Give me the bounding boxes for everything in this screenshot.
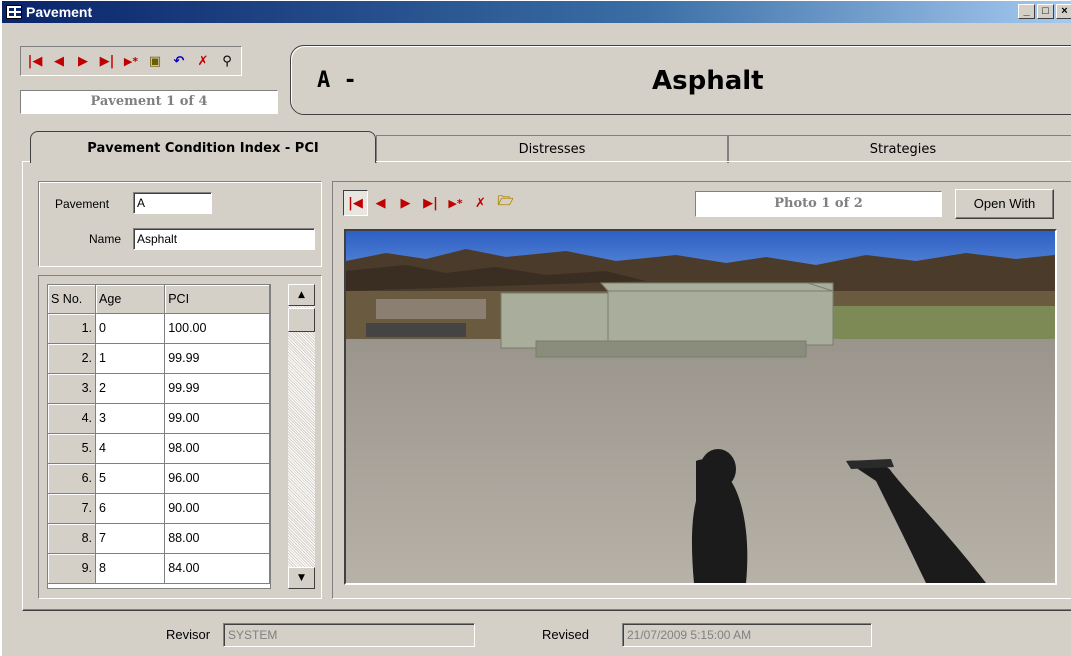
name-label: Name xyxy=(89,232,122,246)
table-row[interactable]: 2. 1 99.99 xyxy=(48,343,270,374)
tab-strip: Pavement Condition Index - PCI Distresse… xyxy=(22,131,1071,163)
pavement-code-heading: A - xyxy=(317,68,357,93)
age-cell[interactable]: 2 xyxy=(95,373,166,404)
pci-cell[interactable]: 99.99 xyxy=(164,343,270,374)
col-sno[interactable]: S No. xyxy=(48,285,97,314)
header-panel: A - Asphalt xyxy=(290,45,1071,115)
age-cell[interactable]: 4 xyxy=(95,433,166,464)
row-number-cell: 4. xyxy=(48,403,97,434)
form-icon xyxy=(6,5,22,19)
photo-navigation-toolbar: |◀ ◀ ▶ ▶| ▶* ✗ 🗁 xyxy=(343,190,518,218)
name-field[interactable]: Asphalt xyxy=(133,228,315,250)
age-cell[interactable]: 0 xyxy=(95,313,166,344)
tab-distresses[interactable]: Distresses xyxy=(376,135,728,163)
first-photo-icon[interactable]: |◀ xyxy=(343,190,368,216)
revisor-field: SYSTEM xyxy=(223,623,475,647)
close-button[interactable]: × xyxy=(1056,4,1071,19)
pavement-label: Pavement xyxy=(55,197,110,211)
table-row[interactable]: 3. 2 99.99 xyxy=(48,373,270,404)
new-photo-icon[interactable]: ▶* xyxy=(443,190,468,216)
record-navigation-toolbar: |◀ ◀ ▶ ▶| ▶* ▣ ↶ ✗ ⚲ xyxy=(20,46,242,76)
table-scrollbar[interactable]: ▲ ▼ xyxy=(288,284,315,589)
row-number-cell: 5. xyxy=(48,433,97,464)
table-row[interactable]: 1. 0 100.00 xyxy=(48,313,270,344)
row-number-cell: 1. xyxy=(48,313,97,344)
age-cell[interactable]: 3 xyxy=(95,403,166,434)
row-number-cell: 9. xyxy=(48,553,97,584)
tab-pci[interactable]: Pavement Condition Index - PCI xyxy=(30,131,376,163)
col-pci[interactable]: PCI xyxy=(164,285,270,314)
table-row[interactable]: 7. 6 90.00 xyxy=(48,493,270,524)
pavement-window: Pavement _ □ × |◀ ◀ ▶ ▶| ▶* ▣ ↶ ✗ ⚲ Pave… xyxy=(0,0,1071,656)
title-bar[interactable]: Pavement _ □ × xyxy=(2,1,1071,23)
pavement-photo xyxy=(344,229,1057,585)
scroll-up-icon[interactable]: ▲ xyxy=(288,284,315,306)
delete-photo-icon[interactable]: ✗ xyxy=(468,190,493,216)
pavement-field[interactable]: A xyxy=(133,192,212,214)
pci-table[interactable]: S No. Age PCI 1. 0 100.00 2. 1 99.99 3. 2 99.99 4… xyxy=(47,284,271,589)
new-record-icon[interactable]: ▶* xyxy=(119,49,143,73)
table-row[interactable]: 8. 7 88.00 xyxy=(48,523,270,554)
pci-cell[interactable]: 84.00 xyxy=(164,553,270,584)
revised-field: 21/07/2009 5:15:00 AM xyxy=(622,623,872,647)
maximize-button[interactable]: □ xyxy=(1037,4,1054,19)
pci-cell[interactable]: 98.00 xyxy=(164,433,270,464)
age-cell[interactable]: 8 xyxy=(95,553,166,584)
open-folder-icon[interactable]: 🗁 xyxy=(493,190,518,216)
row-number-cell: 3. xyxy=(48,373,97,404)
row-number-cell: 6. xyxy=(48,463,97,494)
minimize-button[interactable]: _ xyxy=(1018,4,1035,19)
pci-cell[interactable]: 99.00 xyxy=(164,403,270,434)
table-row[interactable]: 5. 4 98.00 xyxy=(48,433,270,464)
pci-cell[interactable]: 96.00 xyxy=(164,463,270,494)
table-header-row: S No. Age PCI xyxy=(48,285,270,314)
revised-label: Revised xyxy=(542,627,589,642)
last-photo-icon[interactable]: ▶| xyxy=(418,190,443,216)
find-binoculars-icon[interactable]: ⚲ xyxy=(215,49,239,73)
window-title: Pavement xyxy=(26,4,93,20)
pci-cell[interactable]: 99.99 xyxy=(164,373,270,404)
next-record-icon[interactable]: ▶ xyxy=(71,49,95,73)
age-cell[interactable]: 7 xyxy=(95,523,166,554)
undo-icon[interactable]: ↶ xyxy=(167,49,191,73)
pci-cell[interactable]: 88.00 xyxy=(164,523,270,554)
age-cell[interactable]: 1 xyxy=(95,343,166,374)
table-row[interactable]: 9. 8 84.00 xyxy=(48,553,270,584)
open-with-button[interactable]: Open With xyxy=(955,189,1054,219)
save-record-icon[interactable]: ▣ xyxy=(143,49,167,73)
previous-photo-icon[interactable]: ◀ xyxy=(368,190,393,216)
roof-photo-image xyxy=(346,231,1055,583)
last-record-icon[interactable]: ▶| xyxy=(95,49,119,73)
scroll-down-icon[interactable]: ▼ xyxy=(288,567,315,589)
scroll-thumb[interactable] xyxy=(288,308,315,332)
delete-record-icon[interactable]: ✗ xyxy=(191,49,215,73)
age-cell[interactable]: 6 xyxy=(95,493,166,524)
row-number-cell: 7. xyxy=(48,493,97,524)
next-photo-icon[interactable]: ▶ xyxy=(393,190,418,216)
row-number-cell: 8. xyxy=(48,523,97,554)
col-age[interactable]: Age xyxy=(95,285,166,314)
pci-cell[interactable]: 100.00 xyxy=(164,313,270,344)
table-row[interactable]: 4. 3 99.00 xyxy=(48,403,270,434)
row-number-cell: 2. xyxy=(48,343,97,374)
pavement-name-heading: Asphalt xyxy=(652,66,764,96)
previous-record-icon[interactable]: ◀ xyxy=(47,49,71,73)
pci-cell[interactable]: 90.00 xyxy=(164,493,270,524)
age-cell[interactable]: 5 xyxy=(95,463,166,494)
record-counter: Pavement 1 of 4 xyxy=(20,90,278,114)
photo-counter: Photo 1 of 2 xyxy=(695,191,942,217)
revisor-label: Revisor xyxy=(166,627,211,642)
tab-strategies[interactable]: Strategies xyxy=(728,135,1071,163)
first-record-icon[interactable]: |◀ xyxy=(23,49,47,73)
table-row[interactable]: 6. 5 96.00 xyxy=(48,463,270,494)
